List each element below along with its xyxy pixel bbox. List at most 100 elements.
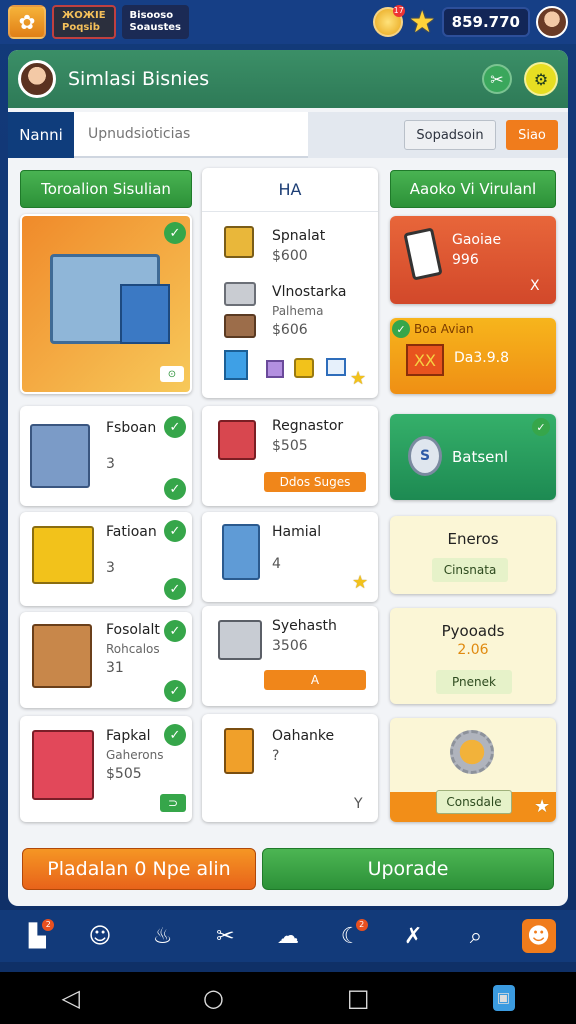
left-card-2-value: 3 [106, 560, 115, 576]
search-input[interactable] [88, 126, 294, 142]
check-icon: ✓ [164, 620, 186, 642]
cloud-icon[interactable]: ☁ [271, 919, 305, 953]
check-icon: ✓ [164, 416, 186, 438]
left-card-3-sub: Rohcalos [106, 642, 160, 656]
middle-item-2-title: Vlnostarka [272, 284, 347, 300]
orange-tab[interactable]: Siao [506, 120, 558, 150]
left-card-2[interactable]: Fatioan 3 ✓ ✓ [20, 512, 192, 606]
check-icon: ✓ [164, 724, 186, 746]
wrench-icon[interactable]: ✂ [482, 64, 512, 94]
search-wrap [74, 112, 308, 158]
products-card-button[interactable]: Pnenek [436, 670, 512, 694]
vending-machine-icon [222, 524, 260, 580]
back-icon[interactable]: ◁ [61, 984, 79, 1012]
ticket-icon[interactable]: ✂ [208, 919, 242, 953]
middle-card-2[interactable]: Hamial 4 ★ [202, 512, 378, 602]
chat-icon[interactable]: ☺ [83, 919, 117, 953]
middle-card-3[interactable]: Syehasth 3506 A [202, 606, 378, 706]
left-card-3-value: 31 [106, 660, 124, 676]
left-card-4[interactable]: Fapkal Gaherons $505 ✓ ⊃ [20, 716, 192, 822]
promo-box-icon: XX [406, 344, 444, 376]
star-icon[interactable]: ★ [409, 5, 436, 40]
business-title-line1: Bisooso [129, 10, 174, 21]
left-card-2-title: Fatioan [106, 524, 157, 540]
middle-card-1-pill[interactable]: Ddos Suges [264, 472, 366, 492]
gear-icon [450, 730, 494, 774]
check-icon: ✓ [532, 418, 550, 436]
store-badge[interactable]: ЖОЖІЕ Poqsib [52, 5, 116, 39]
store-illustration-card[interactable]: ✓ ⊙ [20, 214, 192, 394]
middle-card-3-value: 3506 [272, 638, 308, 654]
coin-badge: 17 [392, 5, 405, 17]
window-icon [326, 358, 346, 376]
home-icon[interactable]: ▙ 2 [20, 919, 55, 953]
check-icon: ✓ [164, 478, 186, 500]
promo-card[interactable]: ✓ Boa Avian XX Da3.9.8 [390, 318, 556, 394]
gear-card[interactable]: Consdale ★ [390, 718, 556, 822]
panel-title: Simlasi Bisnies [68, 68, 210, 90]
left-card-3[interactable]: Fosolalt Rohcalos 31 ✓ ✓ [20, 612, 192, 708]
middle-card-1[interactable]: Regnastor $505 Ddos Suges [202, 406, 378, 506]
coin-upgrade-card[interactable]: S Batsenl ✓ [390, 414, 556, 500]
upgrade-button[interactable]: Uporade [262, 848, 554, 890]
game-screen: ✿ ЖОЖІЕ Poqsib Bisooso Soaustes 17 ★ 859… [0, 0, 576, 1024]
products-card-title: Pyooads [441, 622, 505, 640]
market-stall-icon [30, 424, 90, 488]
pot-icon[interactable]: ♨ [146, 919, 180, 953]
middle-item-2-value: $606 [272, 322, 308, 338]
middle-card-2-value: 4 [272, 556, 281, 572]
system-nav-bar: ◁ ○ □ ▣ [0, 972, 576, 1024]
atm-icon [32, 526, 94, 584]
business-title-box[interactable]: Bisooso Soaustes [121, 5, 189, 39]
middle-card-4[interactable]: Oahanke ? Y [202, 714, 378, 822]
counter-icon [218, 620, 262, 660]
promo-value: Da3.9.8 [454, 350, 509, 366]
middle-item-1-value: $600 [272, 248, 308, 264]
silver-coin-icon: S [408, 436, 442, 476]
phone-icon [403, 227, 443, 281]
machine-icon [224, 226, 254, 258]
tools-icon[interactable]: ✗ [396, 919, 430, 953]
star-icon: ★ [534, 796, 551, 817]
right-column-header[interactable]: Aaoko Vi Virulanl [390, 170, 556, 208]
panel-header: Simlasi Bisnies ✂ ⚙ [8, 50, 568, 108]
fridge-icon [224, 350, 248, 380]
left-card-1[interactable]: Fsboan 3 ✓ ✓ [20, 406, 192, 506]
app-icon[interactable]: ▣ [492, 985, 515, 1011]
energy-card-button[interactable]: Cinsnata [432, 558, 508, 582]
awning-shop-icon [32, 730, 94, 800]
gear-card-button[interactable]: Consdale [436, 790, 512, 814]
settings-icon[interactable]: ⚙ [524, 62, 558, 96]
store-badge-line1: ЖОЖІЕ [62, 10, 106, 21]
coin-icon[interactable]: 17 [372, 5, 405, 37]
middle-card-1-title: Regnastor [272, 418, 344, 434]
left-card-1-title: Fsboan [106, 420, 157, 436]
shop-list-card: HA Spnalat $600 Vlnostarka Palhema $606 … [202, 168, 378, 398]
shop-icon[interactable]: ☻ [521, 919, 556, 953]
game-logo-icon[interactable]: ✿ [8, 5, 46, 39]
middle-card-1-value: $505 [272, 438, 308, 454]
middle-item-2-sub: Palhema [272, 304, 324, 318]
check-icon: ✓ [164, 520, 186, 542]
moon-icon[interactable]: ☾ 2 [334, 919, 368, 953]
energy-card[interactable]: Eneros Cinsnata [390, 516, 556, 594]
search-icon[interactable]: ⌕ [459, 919, 493, 953]
check-icon: ✓ [164, 578, 186, 600]
products-card[interactable]: Pyooads 2.06 Pnenek [390, 608, 556, 704]
tab-active[interactable]: Nanni [8, 112, 74, 158]
manage-button[interactable]: Pladalan 0 Npe alin [22, 848, 256, 890]
middle-card-3-pill[interactable]: A [264, 670, 366, 690]
left-column-header[interactable]: Toroalion Sisulian [20, 170, 192, 208]
phone-card-value: 996 [452, 252, 479, 268]
left-card-4-title: Fapkal [106, 728, 151, 744]
player-avatar[interactable] [536, 6, 568, 38]
search-button[interactable]: Sopadsoin [404, 120, 496, 150]
status-badge: ⊙ [160, 366, 184, 382]
home-circle-icon[interactable]: ○ [203, 984, 224, 1012]
recents-icon[interactable]: □ [347, 984, 370, 1012]
energy-card-title: Eneros [447, 530, 499, 548]
manager-avatar[interactable] [18, 60, 56, 98]
bag-icon [224, 728, 254, 774]
phone-upgrade-card[interactable]: Gaoiae 996 X [390, 216, 556, 304]
coin-card-title: Batsenl [452, 448, 509, 466]
